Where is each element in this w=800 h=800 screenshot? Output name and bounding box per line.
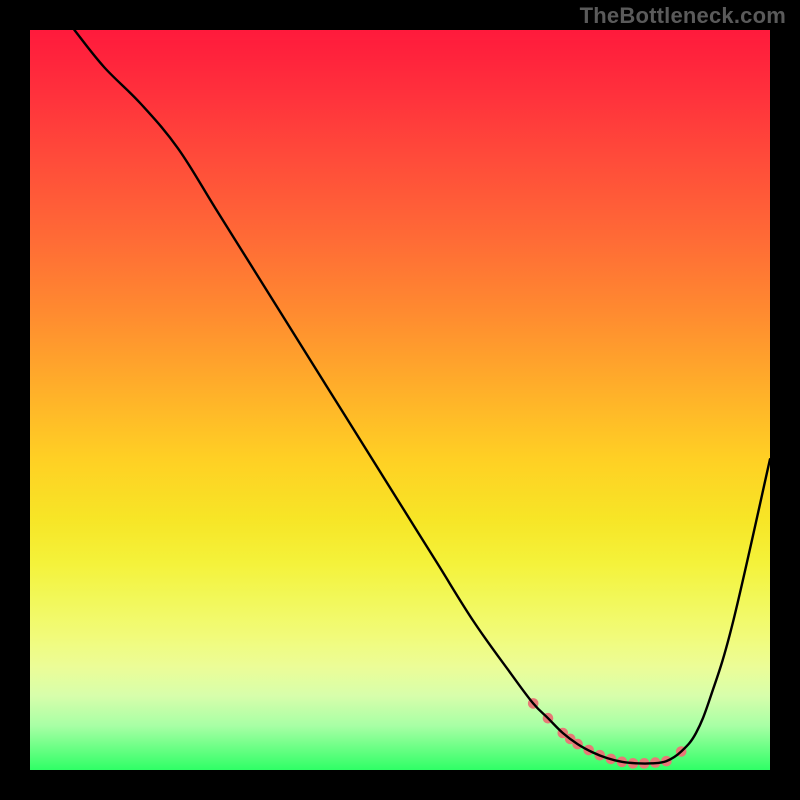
plot-area <box>30 30 770 770</box>
chart-frame: TheBottleneck.com <box>0 0 800 800</box>
watermark-text: TheBottleneck.com <box>580 3 786 29</box>
chart-svg <box>30 30 770 770</box>
curve-line <box>74 30 770 764</box>
